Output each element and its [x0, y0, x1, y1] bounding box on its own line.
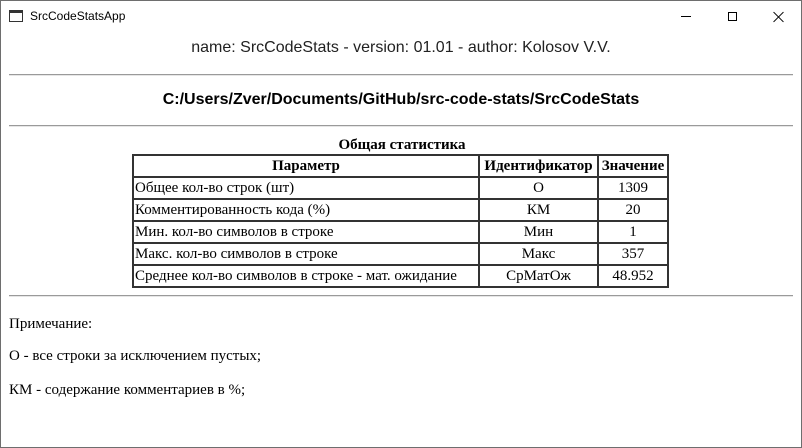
ident-cell: Мин — [479, 221, 598, 243]
maximize-icon — [727, 12, 737, 21]
divider — [9, 74, 793, 76]
title-bar[interactable]: SrcCodeStatsApp — [1, 1, 801, 32]
divider — [9, 295, 793, 297]
stats-table: Параметр Идентификатор Значение Общее ко… — [132, 154, 669, 288]
value-cell: 357 — [598, 243, 668, 265]
table-caption: Общая статистика — [338, 137, 466, 153]
ident-cell: О — [479, 177, 598, 199]
maximize-button[interactable] — [709, 1, 755, 32]
column-header-ident: Идентификатор — [479, 155, 598, 177]
table-row: Общее кол-во строк (шт) О 1309 — [133, 177, 668, 199]
window-title: SrcCodeStatsApp — [30, 9, 126, 23]
param-cell: Общее кол-во строк (шт) — [133, 177, 479, 199]
close-button[interactable] — [755, 1, 801, 32]
ident-cell: Макс — [479, 243, 598, 265]
table-row: Комментированность кода (%) КМ 20 — [133, 199, 668, 221]
value-cell: 1 — [598, 221, 668, 243]
column-header-value: Значение — [598, 155, 668, 177]
ident-cell: СрМатОж — [479, 265, 598, 287]
value-cell: 1309 — [598, 177, 668, 199]
value-cell: 48.952 — [598, 265, 668, 287]
param-cell: Комментированность кода (%) — [133, 199, 479, 221]
table-row: Среднее кол-во символов в строке - мат. … — [133, 265, 668, 287]
app-window-icon — [9, 10, 23, 22]
minimize-icon — [681, 16, 691, 17]
close-icon — [773, 11, 784, 22]
divider — [9, 125, 793, 127]
project-path: C:/Users/Zver/Documents/GitHub/src-code-… — [162, 91, 640, 108]
param-cell: Мин. кол-во символов в строке — [133, 221, 479, 243]
value-cell: 20 — [598, 199, 668, 221]
param-cell: Макс. кол-во символов в строке — [133, 243, 479, 265]
app-window: SrcCodeStatsApp name: SrcCodeStats - ver… — [0, 0, 802, 448]
param-cell: Среднее кол-во символов в строке - мат. … — [133, 265, 479, 287]
table-header-row: Параметр Идентификатор Значение — [133, 155, 668, 177]
notes-title: Примечание: — [9, 316, 93, 332]
column-header-param: Параметр — [133, 155, 479, 177]
table-row: Макс. кол-во символов в строке Макс 357 — [133, 243, 668, 265]
app-info-line: name: SrcCodeStats - version: 01.01 - au… — [191, 39, 611, 56]
ident-cell: КМ — [479, 199, 598, 221]
note-item: О - все строки за исключением пустых; — [9, 348, 262, 364]
minimize-button[interactable] — [663, 1, 709, 32]
note-item: КМ - содержание комментариев в %; — [9, 382, 246, 398]
table-row: Мин. кол-во символов в строке Мин 1 — [133, 221, 668, 243]
